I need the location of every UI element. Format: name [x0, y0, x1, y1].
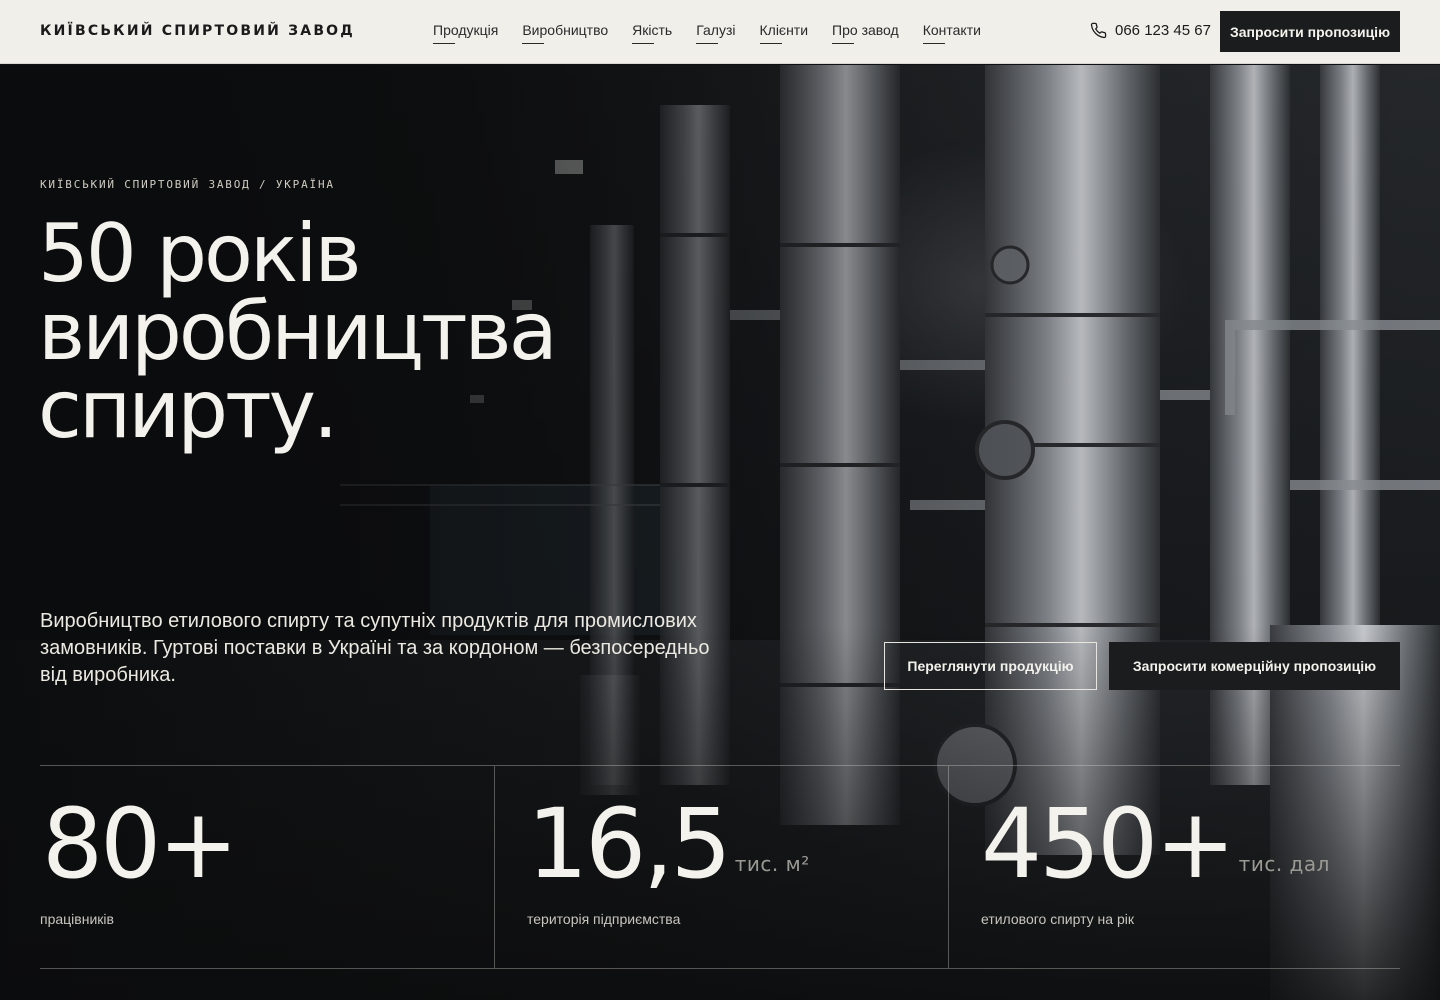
stats-row: 80+ працівників 16,5 тис. м² територія пі…: [40, 765, 1400, 969]
hero-title-line: 50 років: [38, 207, 362, 300]
phone-number: 066 123 45 67: [1115, 22, 1211, 39]
stat-value: 80+: [42, 788, 239, 900]
nav-item-industries[interactable]: Галузі: [696, 22, 736, 44]
stat-label: територія підприємства: [527, 911, 681, 927]
stat-value: 450+ тис. дал: [981, 788, 1330, 900]
view-products-button[interactable]: Переглянути продукцію: [884, 642, 1097, 690]
request-offer-button[interactable]: Запросити пропозицію: [1220, 11, 1400, 52]
site-header: КИЇВСЬКИЙ СПИРТОВИЙ ЗАВОД Продукція Виро…: [0, 0, 1440, 64]
stat-employees: 80+ працівників: [40, 766, 494, 968]
stat-annual-output: 450+ тис. дал етилового спирту на рік: [948, 766, 1400, 968]
hero-description: Виробництво етилового спирту та супутніх…: [40, 610, 710, 686]
main-nav: Продукція Виробництво Якість Галузі Кліє…: [433, 22, 1005, 44]
hero-title: 50 років виробництва спирту.: [38, 207, 738, 456]
hero-title-line: спирту.: [38, 363, 338, 456]
hero-eyebrow: КИЇВСЬКИЙ СПИРТОВИЙ ЗАВОД / УКРАЇНА: [40, 178, 335, 191]
stat-unit: тис. м²: [734, 852, 810, 876]
hero-section: КИЇВСЬКИЙ СПИРТОВИЙ ЗАВОД / УКРАЇНА 50 р…: [0, 65, 1440, 1000]
nav-item-products[interactable]: Продукція: [433, 22, 498, 44]
stat-value: 16,5 тис. м²: [527, 788, 810, 900]
hero-title-line: виробництва: [38, 285, 558, 378]
nav-item-production[interactable]: Виробництво: [522, 22, 608, 44]
nav-item-quality[interactable]: Якість: [632, 22, 672, 44]
phone-icon: [1090, 22, 1107, 39]
stat-label: працівників: [40, 911, 114, 927]
nav-item-about[interactable]: Про завод: [832, 22, 899, 44]
phone-link[interactable]: 066 123 45 67: [1090, 22, 1211, 39]
stat-unit: тис. дал: [1238, 852, 1330, 876]
nav-item-contacts[interactable]: Контакти: [922, 22, 981, 44]
logo[interactable]: КИЇВСЬКИЙ СПИРТОВИЙ ЗАВОД: [40, 23, 355, 39]
stat-territory: 16,5 тис. м² територія підприємства: [494, 766, 948, 968]
stat-label: етилового спирту на рік: [981, 911, 1134, 927]
request-commercial-offer-button[interactable]: Запросити комерційну пропозицію: [1109, 642, 1400, 690]
nav-item-clients[interactable]: Клієнти: [759, 22, 808, 44]
